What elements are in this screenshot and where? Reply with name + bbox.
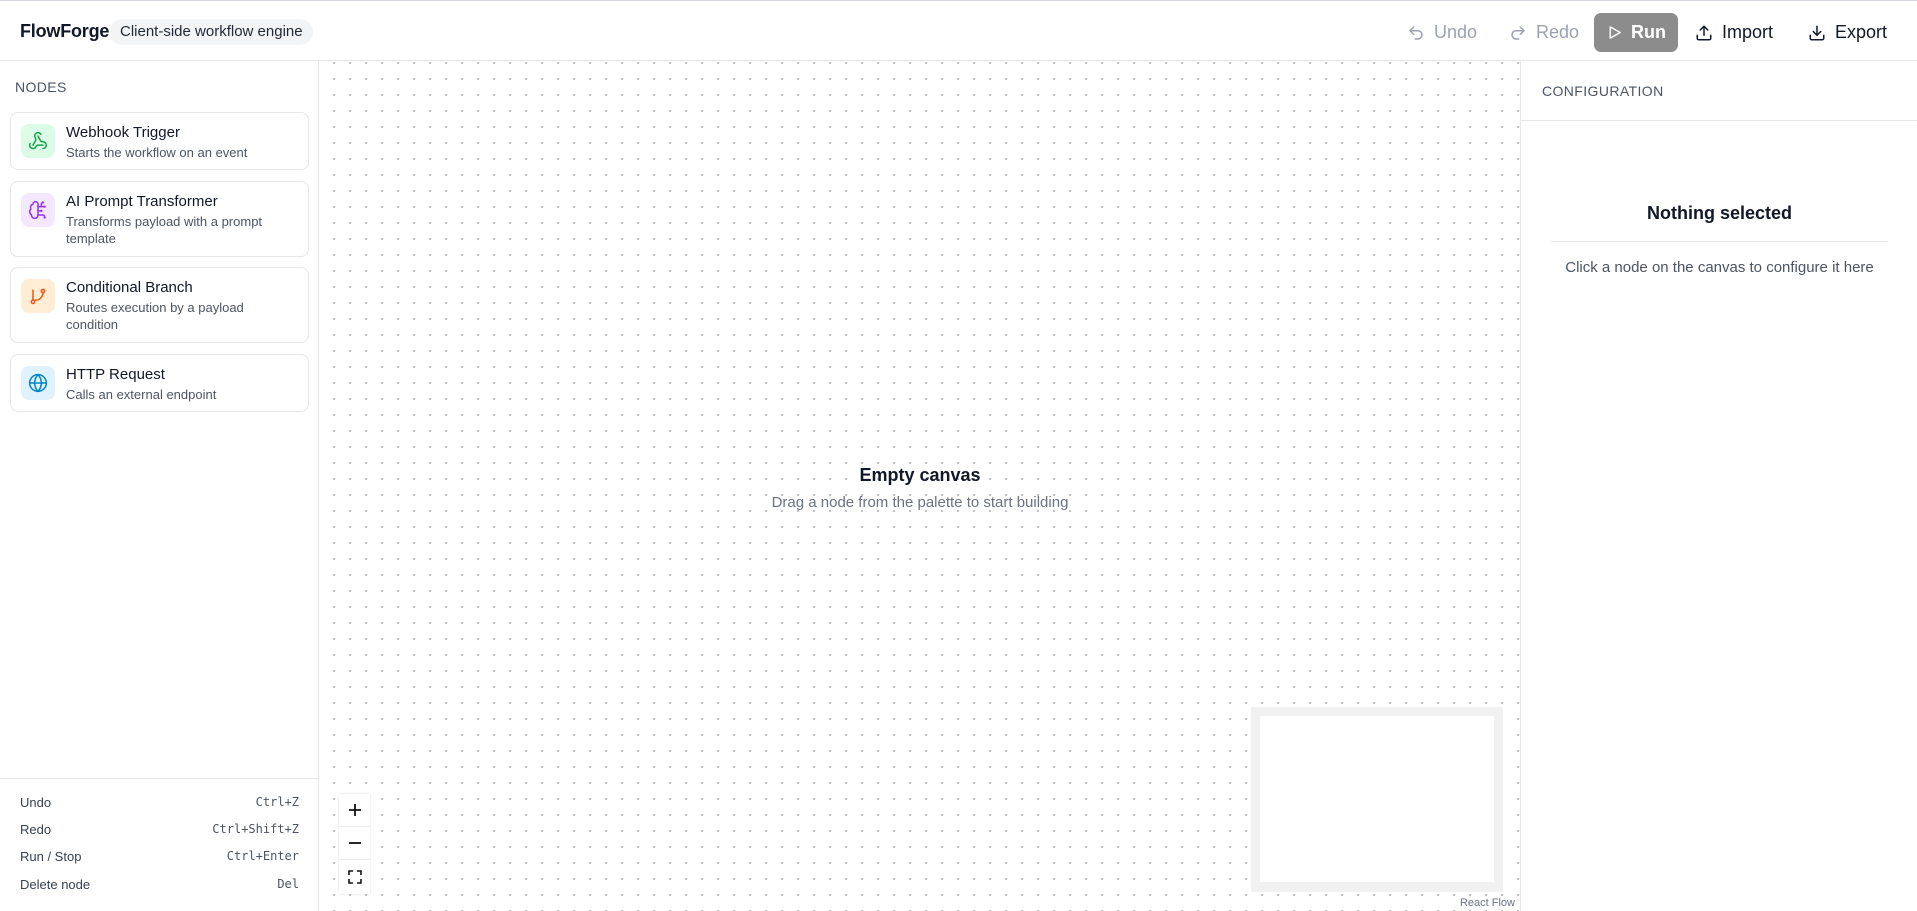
app-tagline-badge: Client-side workflow engine bbox=[110, 19, 313, 45]
zoom-out-button[interactable] bbox=[339, 827, 370, 860]
git-branch-icon bbox=[21, 279, 55, 313]
export-button[interactable]: Export bbox=[1808, 14, 1887, 51]
configuration-header: CONFIGURATION bbox=[1521, 61, 1917, 121]
import-label: Import bbox=[1722, 22, 1774, 42]
node-description: Starts the workflow on an event bbox=[66, 145, 248, 160]
undo-label: Undo bbox=[1434, 22, 1478, 42]
minimap[interactable] bbox=[1251, 707, 1503, 892]
node-description: Routes execution by a payload condition bbox=[66, 300, 244, 332]
shortcut-row: Run / Stop Ctrl+Enter bbox=[20, 846, 299, 866]
empty-canvas-subtitle: Drag a node from the palette to start bu… bbox=[771, 494, 1069, 511]
configuration-panel: CONFIGURATION Nothing selected Click a n… bbox=[1520, 61, 1917, 911]
divider bbox=[1551, 241, 1888, 242]
node-title: Conditional Branch bbox=[66, 279, 193, 296]
plus-icon bbox=[348, 804, 361, 816]
redo-button[interactable]: Redo bbox=[1509, 14, 1579, 51]
undo-button[interactable]: Undo bbox=[1407, 14, 1477, 51]
shortcut-row: Redo Ctrl+Shift+Z bbox=[20, 819, 299, 839]
empty-canvas-title: Empty canvas bbox=[859, 465, 981, 485]
shortcut-row: Undo Ctrl+Z bbox=[20, 792, 299, 812]
node-title: AI Prompt Transformer bbox=[66, 193, 218, 210]
play-icon bbox=[1609, 26, 1621, 39]
undo-icon bbox=[1409, 25, 1423, 40]
redo-icon bbox=[1511, 25, 1525, 40]
shortcut-label: Delete node bbox=[20, 876, 91, 892]
run-button[interactable]: Run bbox=[1594, 13, 1678, 52]
redo-label: Redo bbox=[1536, 22, 1580, 42]
node-palette: NODES Webhook Trigger Starts the workflo… bbox=[0, 61, 319, 911]
globe-icon bbox=[21, 366, 55, 400]
palette-node-ai-prompt-transformer[interactable]: AI Prompt Transformer Transforms payload… bbox=[10, 181, 309, 257]
shortcut-row: Delete node Del bbox=[20, 874, 299, 894]
shortcut-label: Redo bbox=[20, 821, 52, 837]
top-bar: FlowForge Client-side workflow engine Un… bbox=[0, 0, 1917, 61]
node-description: Calls an external endpoint bbox=[66, 387, 217, 402]
shortcut-label: Run / Stop bbox=[20, 848, 82, 864]
brain-circuit-icon bbox=[21, 193, 55, 227]
shortcut-key: Ctrl+Shift+Z bbox=[212, 822, 299, 836]
react-flow-attribution[interactable]: React Flow bbox=[1457, 896, 1517, 910]
node-description: Transforms payload with a prompt templat… bbox=[66, 214, 263, 246]
download-icon bbox=[1809, 25, 1825, 40]
node-title: HTTP Request bbox=[66, 366, 165, 383]
zoom-controls bbox=[339, 794, 370, 894]
run-label: Run bbox=[1631, 22, 1666, 42]
zoom-in-button[interactable] bbox=[339, 794, 370, 827]
webhook-icon bbox=[21, 124, 55, 158]
upload-icon bbox=[1696, 25, 1712, 40]
shortcut-key: Ctrl+Z bbox=[255, 795, 299, 809]
import-button[interactable]: Import bbox=[1695, 14, 1773, 51]
shortcut-key: Del bbox=[277, 877, 299, 891]
keyboard-shortcuts: Undo Ctrl+Z Redo Ctrl+Shift+Z Run / Stop… bbox=[0, 778, 319, 911]
app-name: FlowForge bbox=[20, 21, 110, 41]
nothing-selected-hint: Click a node on the canvas to configure … bbox=[1565, 259, 1874, 276]
fit-view-icon bbox=[347, 869, 362, 884]
shortcut-label: Undo bbox=[20, 794, 52, 810]
configuration-title: CONFIGURATION bbox=[1542, 83, 1664, 99]
palette-title: NODES bbox=[15, 79, 67, 95]
export-label: Export bbox=[1835, 22, 1888, 42]
shortcut-key: Ctrl+Enter bbox=[226, 849, 299, 863]
minus-icon bbox=[348, 842, 361, 844]
flow-canvas[interactable]: Empty canvas Drag a node from the palett… bbox=[320, 61, 1520, 911]
palette-node-conditional-branch[interactable]: Conditional Branch Routes execution by a… bbox=[10, 267, 309, 343]
node-title: Webhook Trigger bbox=[66, 124, 180, 141]
minimap-viewport bbox=[1260, 716, 1494, 882]
fit-view-button[interactable] bbox=[339, 860, 370, 893]
palette-node-http-request[interactable]: HTTP Request Calls an external endpoint bbox=[10, 354, 309, 412]
palette-node-webhook-trigger[interactable]: Webhook Trigger Starts the workflow on a… bbox=[10, 112, 309, 170]
nothing-selected-title: Nothing selected bbox=[1646, 203, 1793, 223]
